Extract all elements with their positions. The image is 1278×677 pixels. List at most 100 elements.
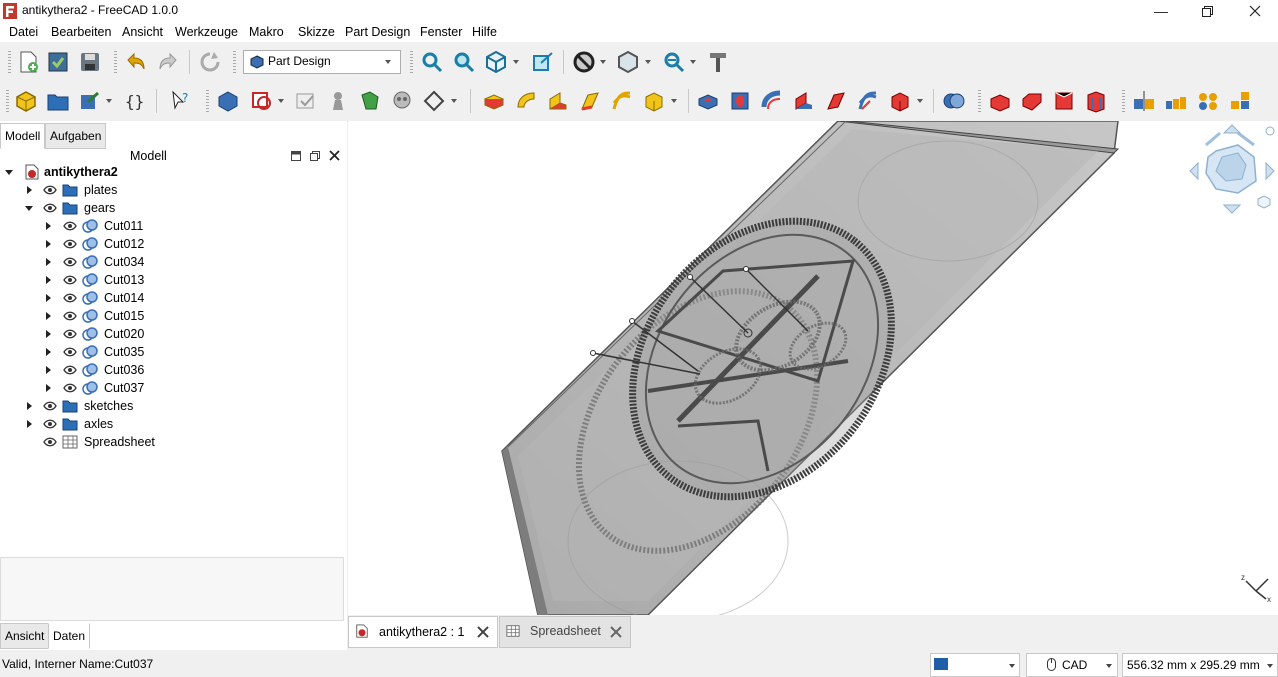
menu-makro[interactable]: Makro — [249, 25, 284, 39]
variable-set-icon[interactable]: {} — [122, 89, 146, 113]
pawn-icon[interactable] — [326, 89, 350, 113]
close-tab-icon[interactable] — [610, 626, 622, 638]
expand-arrow-icon[interactable] — [46, 276, 51, 284]
toolbar-grip[interactable] — [978, 90, 981, 112]
additive-helix-icon[interactable] — [610, 89, 634, 113]
subtractive-pipe-icon[interactable] — [824, 89, 848, 113]
revolution-icon[interactable] — [514, 89, 538, 113]
chevron-down-icon[interactable] — [451, 99, 457, 103]
collapse-arrow-icon[interactable] — [5, 170, 13, 175]
menu-fenster[interactable]: Fenster — [420, 25, 462, 39]
menu-bearbeiten[interactable]: Bearbeiten — [51, 25, 111, 39]
expand-arrow-icon[interactable] — [27, 402, 32, 410]
navigation-cube[interactable] — [1186, 123, 1278, 217]
chevron-down-icon[interactable] — [600, 60, 606, 64]
tree-item-cut[interactable]: Cut012 — [0, 235, 340, 253]
tree-item-plates[interactable]: plates — [0, 181, 340, 199]
save-icon[interactable] — [78, 50, 102, 74]
toolbar-grip[interactable] — [206, 90, 209, 112]
subtractive-loft-icon[interactable] — [792, 89, 816, 113]
arrow-down-icon[interactable] — [1222, 204, 1242, 214]
tree-item-cut[interactable]: Cut013 — [0, 271, 340, 289]
visibility-eye-icon[interactable] — [63, 310, 77, 322]
standard-views-icon[interactable] — [484, 50, 508, 74]
chevron-down-icon[interactable] — [671, 99, 677, 103]
open-document-icon[interactable] — [46, 50, 70, 74]
toolbar-grip[interactable] — [233, 51, 236, 73]
menu-werkzeuge[interactable]: Werkzeuge — [175, 25, 238, 39]
fillet-icon[interactable] — [988, 89, 1012, 113]
tree-item-cut[interactable]: Cut035 — [0, 343, 340, 361]
linear-pattern-icon[interactable] — [1164, 89, 1188, 113]
expand-arrow-icon[interactable] — [46, 384, 51, 392]
tree-item-cut[interactable]: Cut011 — [0, 217, 340, 235]
toolbar-grip[interactable] — [410, 51, 413, 73]
view-box-icon[interactable] — [616, 50, 640, 74]
visibility-eye-icon[interactable] — [63, 238, 77, 250]
expand-arrow-icon[interactable] — [46, 240, 51, 248]
tree-item-cut[interactable]: Cut014 — [0, 289, 340, 307]
hole-icon[interactable] — [728, 89, 752, 113]
create-sketch-icon[interactable] — [250, 89, 274, 113]
chamfer-icon[interactable] — [1020, 89, 1044, 113]
close-panel-icon[interactable] — [329, 150, 340, 161]
redo-icon[interactable] — [156, 50, 180, 74]
expand-arrow-icon[interactable] — [46, 330, 51, 338]
close-tab-icon[interactable] — [477, 626, 489, 638]
create-clone-icon[interactable] — [390, 89, 414, 113]
close-window-button[interactable] — [1232, 0, 1278, 22]
visibility-eye-icon[interactable] — [63, 346, 77, 358]
visibility-eye-icon[interactable] — [43, 184, 57, 196]
small-cube-icon[interactable] — [1257, 195, 1271, 209]
bounding-box-icon[interactable] — [531, 50, 555, 74]
boolean-icon[interactable] — [942, 89, 966, 113]
arrow-left-icon[interactable] — [1189, 161, 1199, 181]
tab-ansicht[interactable]: Ansicht — [0, 623, 50, 649]
visibility-eye-icon[interactable] — [63, 328, 77, 340]
tree-item-cut[interactable]: Cut020 — [0, 325, 340, 343]
link-icon[interactable] — [78, 89, 102, 113]
measure-zoom-icon[interactable] — [662, 50, 686, 74]
groove-icon[interactable] — [760, 89, 784, 113]
draw-style-icon[interactable] — [572, 50, 596, 74]
additive-loft-icon[interactable] — [546, 89, 570, 113]
visibility-eye-icon[interactable] — [63, 274, 77, 286]
tree-item-document[interactable]: antikythera2 — [0, 163, 340, 181]
pad-icon[interactable] — [482, 89, 506, 113]
expand-arrow-icon[interactable] — [27, 420, 32, 428]
toolbar-grip[interactable] — [8, 51, 11, 73]
multi-transform-icon[interactable] — [1228, 89, 1252, 113]
draw-style-selector[interactable] — [930, 653, 1020, 677]
arrow-up-icon[interactable] — [1222, 124, 1242, 134]
rotate-right-icon[interactable] — [1237, 131, 1255, 147]
expand-arrow-icon[interactable] — [46, 312, 51, 320]
mirrored-icon[interactable] — [1132, 89, 1156, 113]
create-shapebinder-icon[interactable] — [358, 89, 382, 113]
measure-icon[interactable] — [706, 50, 730, 74]
additive-primitive-icon[interactable] — [642, 89, 666, 113]
expand-arrow-icon[interactable] — [27, 186, 32, 194]
fit-all-icon[interactable] — [420, 50, 444, 74]
visibility-eye-icon[interactable] — [63, 256, 77, 268]
chevron-down-icon[interactable] — [513, 60, 519, 64]
doc-tab-antikythera2[interactable]: antikythera2 : 1 — [348, 616, 498, 648]
3d-viewport[interactable]: z x — [348, 121, 1278, 615]
visibility-eye-icon[interactable] — [43, 436, 57, 448]
validate-sketch-icon[interactable] — [294, 89, 318, 113]
visibility-eye-icon[interactable] — [63, 382, 77, 394]
datum-plane-icon[interactable] — [422, 89, 446, 113]
draft-icon[interactable] — [1052, 89, 1076, 113]
polar-pattern-icon[interactable] — [1196, 89, 1220, 113]
dimension-display[interactable]: 556.32 mm x 295.29 mm — [1122, 653, 1278, 677]
expand-arrow-icon[interactable] — [46, 222, 51, 230]
float-panel-icon[interactable] — [310, 151, 320, 161]
visibility-eye-icon[interactable] — [43, 418, 57, 430]
tree-item-axles[interactable]: axles — [0, 415, 340, 433]
visibility-eye-icon[interactable] — [63, 220, 77, 232]
tree-item-cut[interactable]: Cut015 — [0, 307, 340, 325]
toolbar-grip[interactable] — [114, 51, 117, 73]
expand-arrow-icon[interactable] — [46, 366, 51, 374]
3d-model-render[interactable] — [348, 121, 1278, 615]
minimize-button[interactable]: — — [1138, 0, 1184, 22]
arrow-right-icon[interactable] — [1265, 161, 1275, 181]
